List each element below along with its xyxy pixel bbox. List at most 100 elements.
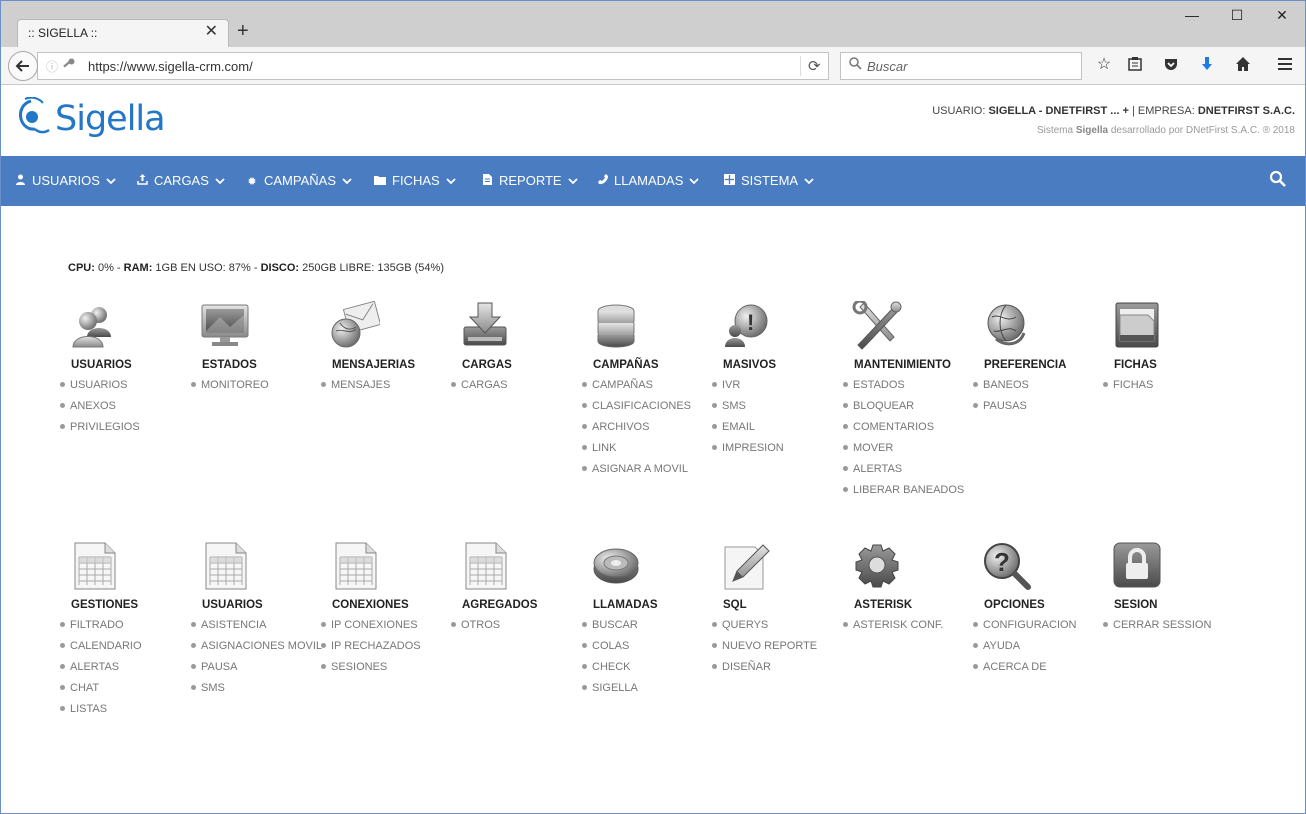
menu-campanas[interactable]: ✹ CAMPAÑAS [246,156,352,206]
module-link[interactable]: USUARIOS [60,379,140,400]
module-title[interactable]: LLAMADAS [593,599,658,611]
module-title[interactable]: MENSAJERIAS [332,359,415,371]
module-link[interactable]: ANEXOS [60,400,140,421]
module-link[interactable]: IVR [712,379,784,400]
module-link[interactable]: PRIVILEGIOS [60,421,140,442]
new-tab-button[interactable]: + [237,20,249,42]
module-link[interactable]: BUSCAR [582,619,638,640]
module-link[interactable]: PAUSA [191,661,322,682]
module-link[interactable]: CAMPAÑAS [582,379,691,400]
module-link[interactable]: ARCHIVOS [582,421,691,442]
module-link[interactable]: NUEVO REPORTE [712,640,817,661]
user-value[interactable]: SIGELLA - DNETFIRST ... + [988,105,1128,117]
close-window-button[interactable]: ✕ [1272,7,1292,24]
tools-icon[interactable] [852,301,902,351]
spreadsheet-icon[interactable] [330,541,380,591]
pocket-icon[interactable] [1160,56,1182,77]
home-icon[interactable] [1232,56,1254,77]
module-link[interactable]: BANEOS [973,379,1029,400]
search-bar[interactable]: Buscar [840,52,1082,80]
module-link[interactable]: CONFIGURACION [973,619,1077,640]
url-bar[interactable]: ⓘ https://www.sigella-crm.com/ ⟳ [37,52,829,80]
module-link[interactable]: CLASIFICACIONES [582,400,691,421]
menu-reporte[interactable]: REPORTE [481,156,578,206]
module-title[interactable]: AGREGADOS [462,599,537,611]
menu-llamadas[interactable]: LLAMADAS [596,156,700,206]
spreadsheet-icon[interactable] [200,541,250,591]
module-title[interactable]: FICHAS [1114,359,1157,371]
module-title[interactable]: PREFERENCIA [984,359,1066,371]
url-text[interactable]: https://www.sigella-crm.com/ [88,59,253,74]
module-link[interactable]: CERRAR SESSION [1103,619,1211,640]
module-title[interactable]: OPCIONES [984,599,1045,611]
minimize-button[interactable]: — [1182,7,1202,23]
lock-icon[interactable] [1112,541,1162,591]
back-button[interactable] [8,51,38,81]
reading-list-icon[interactable] [1124,56,1146,77]
module-link[interactable]: PAUSAS [973,400,1029,421]
downloads-icon[interactable] [1196,56,1218,77]
module-link[interactable]: ASTERISK CONF. [843,619,943,640]
alert-user-icon[interactable]: ! [721,301,771,351]
menu-search-icon[interactable] [1269,170,1289,190]
module-link[interactable]: IP RECHAZADOS [321,640,421,661]
module-link[interactable]: CALENDARIO [60,640,142,661]
module-link[interactable]: MONITOREO [191,379,269,400]
module-link[interactable]: CHECK [582,661,638,682]
module-link[interactable]: OTROS [451,619,500,640]
tab-close-icon[interactable]: ✕ [205,24,218,40]
module-link[interactable]: LIBERAR BANEADOS [843,484,964,505]
menu-cargas[interactable]: CARGAS [136,156,225,206]
module-link[interactable]: ESTADOS [843,379,964,400]
module-link[interactable]: ASISTENCIA [191,619,322,640]
module-link[interactable]: FICHAS [1103,379,1153,400]
module-title[interactable]: MASIVOS [723,359,776,371]
sigella-logo[interactable]: Sigella [15,96,166,141]
module-link[interactable]: LINK [582,442,691,463]
module-link[interactable]: SESIONES [321,661,421,682]
cog-icon[interactable] [852,541,902,591]
module-link[interactable]: ALERTAS [843,463,964,484]
menu-hamburger-icon[interactable] [1274,56,1296,77]
module-link[interactable]: COLAS [582,640,638,661]
database-icon[interactable] [591,301,641,351]
module-link[interactable]: QUERYS [712,619,817,640]
module-link[interactable]: FILTRADO [60,619,142,640]
bookmark-star-icon[interactable]: ☆ [1093,56,1115,74]
spreadsheet-icon[interactable] [460,541,510,591]
module-link[interactable]: ASIGNAR A MOVIL [582,463,691,484]
module-link[interactable]: BLOQUEAR [843,400,964,421]
speaker-icon[interactable] [591,541,641,591]
file-cabinet-icon[interactable] [1112,301,1162,351]
download-drive-icon[interactable] [460,301,510,351]
module-link[interactable]: MENSAJES [321,379,390,400]
module-title[interactable]: MANTENIMIENTO [854,359,951,371]
module-link[interactable]: IMPRESION [712,442,784,463]
module-title[interactable]: ESTADOS [202,359,257,371]
reload-icon[interactable]: ⟳ [808,57,821,75]
module-link[interactable]: ALERTAS [60,661,142,682]
module-link[interactable]: ASIGNACIONES MOVIL [191,640,322,661]
module-title[interactable]: CAMPAÑAS [593,359,659,371]
module-link[interactable]: EMAIL [712,421,784,442]
module-title[interactable]: SESION [1114,599,1157,611]
module-link[interactable]: AYUDA [973,640,1077,661]
module-link[interactable]: SMS [191,682,322,703]
module-link[interactable]: LISTAS [60,703,142,724]
menu-fichas[interactable]: FICHAS [374,156,456,206]
module-title[interactable]: USUARIOS [202,599,263,611]
module-link[interactable]: IP CONEXIONES [321,619,421,640]
module-link[interactable]: SIGELLA [582,682,638,703]
menu-sistema[interactable]: SISTEMA [723,156,814,206]
module-link[interactable]: ACERCA DE [973,661,1077,682]
help-search-icon[interactable]: ? [982,541,1032,591]
globe-icon[interactable] [982,301,1032,351]
module-link[interactable]: CARGAS [451,379,507,400]
browser-tab[interactable]: :: SIGELLA :: ✕ [17,19,229,47]
pencil-paper-icon[interactable] [721,541,771,591]
module-title[interactable]: ASTERISK [854,599,912,611]
maximize-button[interactable]: ☐ [1227,7,1247,24]
module-title[interactable]: USUARIOS [71,359,132,371]
module-link[interactable]: CHAT [60,682,142,703]
monitor-icon[interactable] [200,301,250,351]
